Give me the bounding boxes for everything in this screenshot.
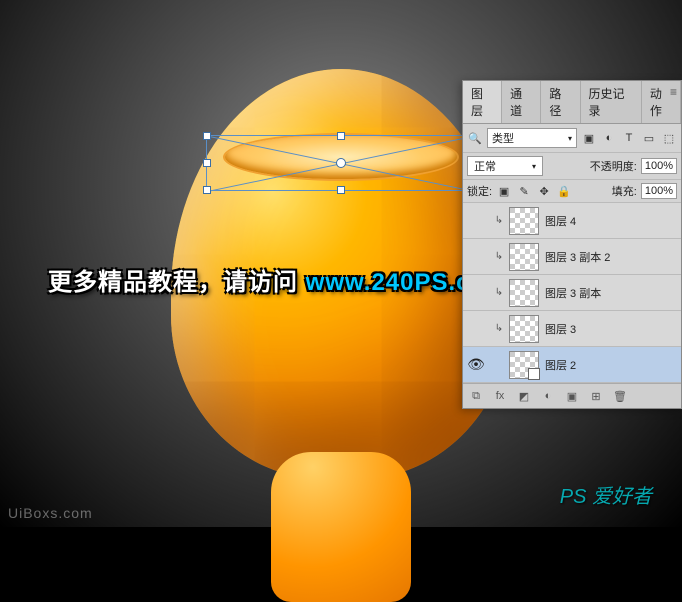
visibility-toggle[interactable]: 👁 [463, 356, 489, 373]
transform-center-point[interactable] [336, 158, 346, 168]
filter-icons: ▣ ◐ T ▭ ⬚ [581, 130, 677, 146]
watermark-ps: PS 爱好者 [560, 480, 652, 509]
free-transform-bounding-box[interactable] [206, 135, 476, 191]
transform-handle-mid-left[interactable] [203, 159, 211, 167]
fill-label: 填充: [612, 183, 637, 199]
layer-row[interactable]: ↳ 图层 4 [463, 203, 681, 239]
lock-all-icon[interactable]: 🔒 [556, 183, 572, 199]
group-icon[interactable]: ▣ [563, 388, 581, 404]
panel-tabs: 图层 通道 路径 历史记录 动作 [463, 81, 681, 124]
filter-text-icon[interactable]: T [621, 130, 637, 146]
watermark-site: UiBoxs.com [8, 505, 93, 521]
layer-thumbnail[interactable] [509, 279, 539, 307]
layer-name[interactable]: 图层 3 副本 [545, 285, 601, 301]
filter-shape-icon[interactable]: ▭ [641, 130, 657, 146]
layer-name[interactable]: 图层 4 [545, 213, 576, 229]
filter-kind-label: 类型 [492, 130, 514, 146]
layer-name[interactable]: 图层 3 副本 2 [545, 249, 610, 265]
filter-kind-select[interactable]: 类型 ▾ [487, 128, 577, 148]
new-layer-icon[interactable]: ⊞ [587, 388, 605, 404]
layer-thumbnail[interactable] [509, 351, 539, 379]
layer-row[interactable]: 👁 图层 2 [463, 347, 681, 383]
search-icon[interactable]: 🔍 [467, 130, 483, 146]
blend-mode-value: 正常 [474, 158, 496, 174]
fill-value[interactable]: 100% [641, 183, 677, 199]
lock-pixels-icon[interactable]: ✎ [516, 183, 532, 199]
clip-arrow-icon: ↳ [489, 287, 509, 298]
orange-base [271, 452, 411, 602]
opacity-value[interactable]: 100% [641, 158, 677, 174]
clip-arrow-icon: ↳ [489, 215, 509, 226]
blend-mode-select[interactable]: 正常 ▾ [467, 156, 543, 176]
delete-layer-icon[interactable]: 🗑 [611, 388, 629, 404]
layer-thumbnail[interactable] [509, 243, 539, 271]
transform-handle-bottom-left[interactable] [203, 186, 211, 194]
layer-row[interactable]: ↳ 图层 3 [463, 311, 681, 347]
lock-position-icon[interactable]: ✥ [536, 183, 552, 199]
tab-layers[interactable]: 图层 [463, 81, 502, 123]
chevron-down-icon: ▾ [568, 134, 572, 143]
fx-icon[interactable]: fx [491, 388, 509, 404]
lock-label: 锁定: [467, 183, 492, 199]
layer-thumbnail[interactable] [509, 315, 539, 343]
layer-row[interactable]: ↳ 图层 3 副本 2 [463, 239, 681, 275]
tab-paths[interactable]: 路径 [541, 81, 580, 123]
layers-panel: ≡ 图层 通道 路径 历史记录 动作 🔍 类型 ▾ ▣ ◐ T ▭ ⬚ 正常 ▾… [462, 80, 682, 409]
adjustment-icon[interactable]: ◐ [539, 388, 557, 404]
layer-thumbnail[interactable] [509, 207, 539, 235]
tab-history[interactable]: 历史记录 [581, 81, 642, 123]
layer-name[interactable]: 图层 2 [545, 357, 576, 373]
mask-icon[interactable]: ◩ [515, 388, 533, 404]
transform-handle-top-left[interactable] [203, 132, 211, 140]
overlay-caption: 更多精品教程，请访问 www.240PS.com [48, 262, 509, 297]
transform-handle-top-mid[interactable] [337, 132, 345, 140]
lock-transparent-icon[interactable]: ▣ [496, 183, 512, 199]
layer-name[interactable]: 图层 3 [545, 321, 576, 337]
lock-row: 锁定: ▣ ✎ ✥ 🔒 填充: 100% [463, 180, 681, 203]
filter-row: 🔍 类型 ▾ ▣ ◐ T ▭ ⬚ [463, 124, 681, 153]
opacity-label: 不透明度: [590, 158, 637, 174]
transform-handle-bottom-mid[interactable] [337, 186, 345, 194]
chevron-down-icon: ▾ [532, 162, 536, 171]
layers-list: ↳ 图层 4 ↳ 图层 3 副本 2 ↳ 图层 3 副本 ↳ 图层 3 👁 图层… [463, 203, 681, 383]
filter-pixel-icon[interactable]: ▣ [581, 130, 597, 146]
link-layers-icon[interactable]: ⧉ [467, 388, 485, 404]
filter-smart-icon[interactable]: ⬚ [661, 130, 677, 146]
filter-adjust-icon[interactable]: ◐ [601, 130, 617, 146]
layer-row[interactable]: ↳ 图层 3 副本 [463, 275, 681, 311]
clip-arrow-icon: ↳ [489, 251, 509, 262]
panel-footer: ⧉ fx ◩ ◐ ▣ ⊞ 🗑 [463, 383, 681, 408]
tab-channels[interactable]: 通道 [502, 81, 541, 123]
blend-row: 正常 ▾ 不透明度: 100% [463, 153, 681, 180]
panel-menu-icon[interactable]: ≡ [670, 85, 677, 99]
overlay-text: 更多精品教程，请访问 [48, 269, 306, 296]
clip-arrow-icon: ↳ [489, 323, 509, 334]
